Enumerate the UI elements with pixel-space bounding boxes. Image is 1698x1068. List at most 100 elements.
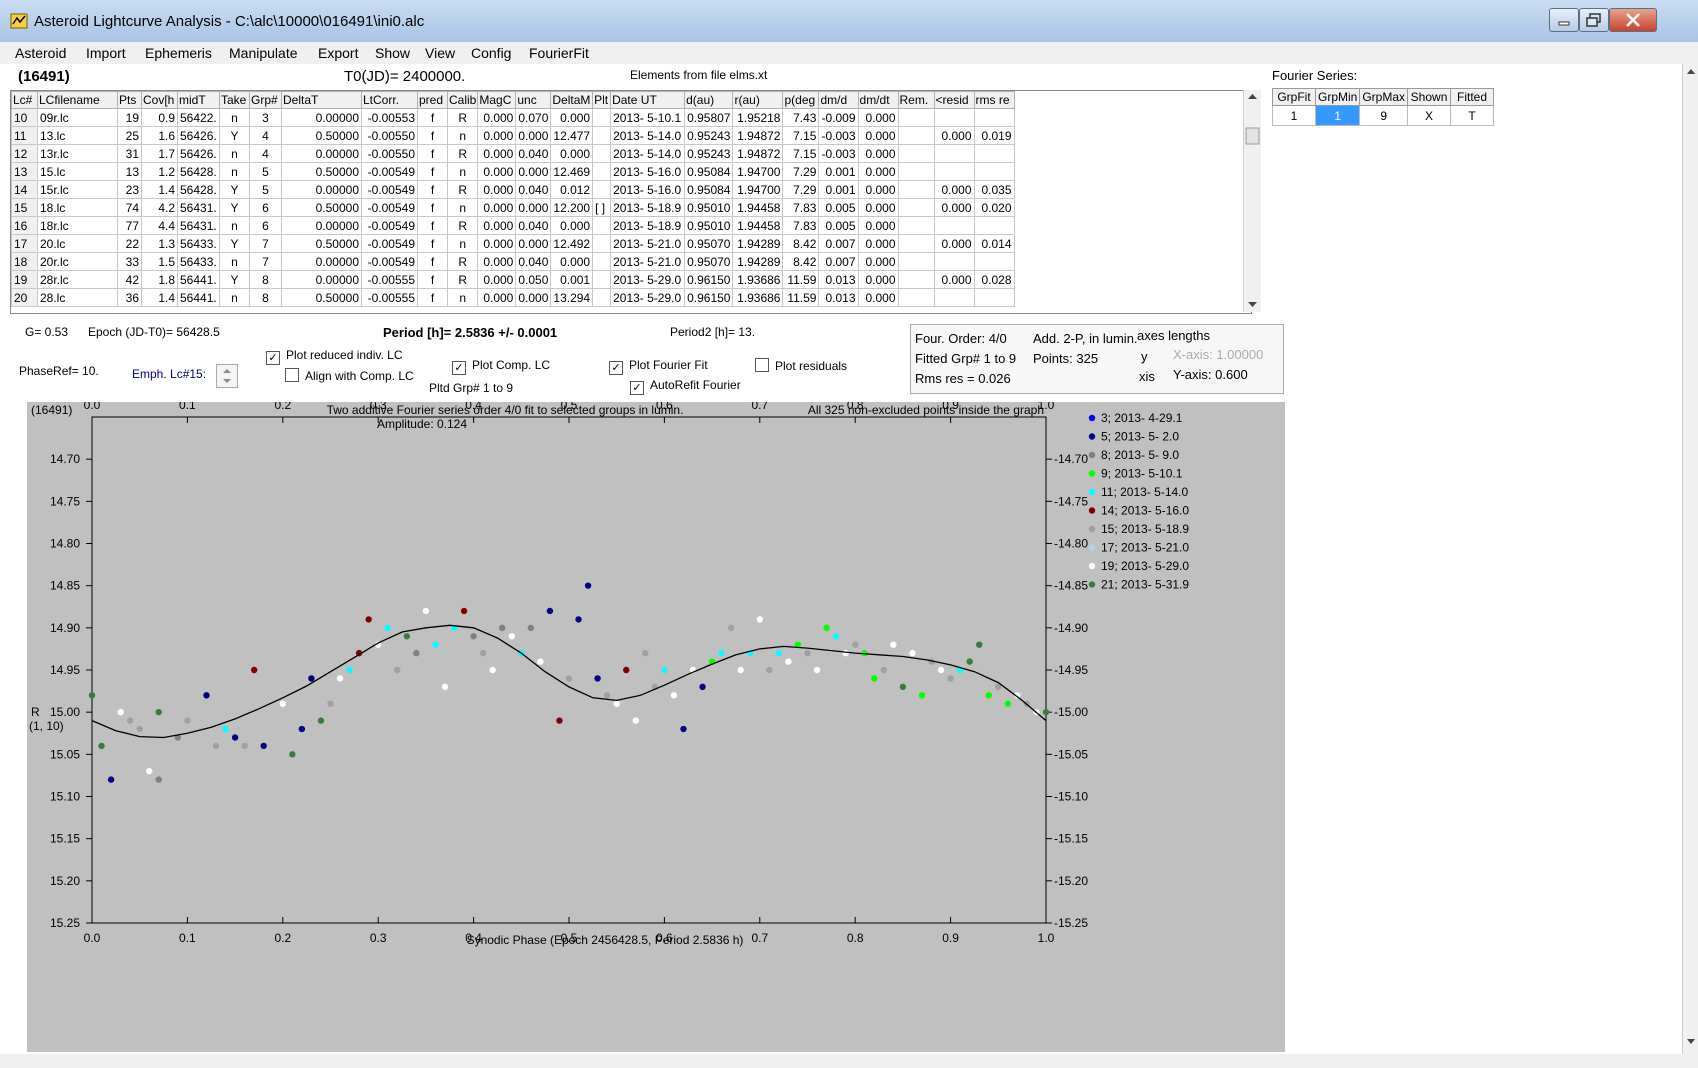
lc-col-header[interactable]: DeltaT: [281, 91, 362, 109]
lc-cell[interactable]: -0.00549: [361, 198, 418, 217]
lc-cell[interactable]: 0.00000: [281, 144, 362, 163]
lc-cell[interactable]: [973, 144, 1015, 163]
lc-cell[interactable]: R: [446, 144, 479, 163]
lc-cell[interactable]: [933, 252, 975, 271]
lc-cell[interactable]: 0.000: [857, 216, 899, 235]
lc-cell[interactable]: 4: [249, 144, 282, 163]
window-scrollbar[interactable]: [1682, 64, 1698, 1054]
lc-cell[interactable]: 0.000: [857, 180, 899, 199]
lc-cell[interactable]: 0.035: [973, 180, 1015, 199]
lc-col-header[interactable]: DeltaM: [550, 91, 594, 109]
lc-cell[interactable]: R: [446, 180, 479, 199]
lc-cell[interactable]: 1.7: [141, 144, 178, 163]
lc-cell[interactable]: 0.000: [550, 216, 594, 235]
lc-cell[interactable]: 1.94872: [732, 144, 784, 163]
lc-cell[interactable]: 09r.lc: [37, 108, 118, 127]
lc-cell[interactable]: 20r.lc: [37, 252, 118, 271]
lc-cell[interactable]: 0.001: [550, 270, 594, 289]
lc-cell[interactable]: f: [417, 162, 448, 181]
lc-cell[interactable]: 0.040: [515, 252, 552, 271]
lc-cell[interactable]: 0.019: [973, 126, 1015, 145]
lc-cell[interactable]: [973, 252, 1015, 271]
lc-cell[interactable]: 0.070: [515, 108, 552, 127]
lc-cell[interactable]: 5: [249, 162, 282, 181]
lc-cell[interactable]: 18r.lc: [37, 216, 118, 235]
lc-col-header[interactable]: d(au): [684, 91, 734, 109]
lc-cell[interactable]: [973, 288, 1015, 307]
lc-col-header[interactable]: LCfilename: [37, 91, 118, 109]
menu-manipulate[interactable]: Manipulate: [229, 45, 298, 61]
lc-cell[interactable]: f: [417, 126, 448, 145]
plot-reduced-checkbox[interactable]: ✓ Plot reduced indiv. LC: [266, 348, 403, 365]
lc-cell[interactable]: [592, 144, 612, 163]
lc-cell[interactable]: [897, 216, 935, 235]
menu-import[interactable]: Import: [86, 45, 126, 61]
lc-cell[interactable]: 4: [249, 126, 282, 145]
lc-cell[interactable]: 0.000: [477, 288, 517, 307]
lc-cell[interactable]: [ ]: [592, 198, 612, 217]
lc-cell[interactable]: 0.00000: [281, 270, 362, 289]
lc-cell[interactable]: 56428.: [177, 180, 220, 199]
lc-cell[interactable]: Y: [219, 234, 250, 253]
lc-cell[interactable]: f: [417, 234, 448, 253]
lc-cell[interactable]: [933, 216, 975, 235]
lc-cell[interactable]: 36: [117, 288, 142, 307]
lc-col-header[interactable]: LtCorr.: [361, 91, 418, 109]
lc-cell[interactable]: 0.50000: [281, 126, 362, 145]
lc-cell[interactable]: 0.50000: [281, 198, 362, 217]
lc-cell[interactable]: 22: [117, 234, 142, 253]
lc-cell[interactable]: 1.8: [141, 270, 178, 289]
lc-col-header[interactable]: Cov[h: [141, 91, 178, 109]
lc-cell[interactable]: -0.00555: [361, 288, 418, 307]
lc-cell[interactable]: 0.050: [515, 270, 552, 289]
lc-cell[interactable]: [973, 108, 1015, 127]
lc-cell[interactable]: 2013- 5-16.0: [610, 180, 686, 199]
lc-col-header[interactable]: Calib: [446, 91, 479, 109]
lc-cell[interactable]: 0.00000: [281, 180, 362, 199]
lc-col-header[interactable]: midT: [177, 91, 220, 109]
lc-col-header[interactable]: Take: [219, 91, 250, 109]
lc-cell[interactable]: 8: [249, 288, 282, 307]
lc-cell[interactable]: [897, 108, 935, 127]
lc-cell[interactable]: 56426.: [177, 144, 220, 163]
lc-cell[interactable]: -0.00550: [361, 144, 418, 163]
lc-cell[interactable]: 0.000: [477, 162, 517, 181]
lc-col-header[interactable]: Lc#: [11, 91, 38, 109]
lc-cell[interactable]: -0.00553: [361, 108, 418, 127]
lc-cell[interactable]: [973, 162, 1015, 181]
lc-cell[interactable]: 1.94458: [732, 216, 784, 235]
fs-cell-shown[interactable]: X: [1407, 105, 1452, 126]
lc-cell[interactable]: 0.001: [818, 180, 859, 199]
lc-cell[interactable]: [592, 126, 612, 145]
lc-cell[interactable]: 13: [117, 162, 142, 181]
menu-config[interactable]: Config: [471, 45, 511, 61]
lc-cell[interactable]: 2013- 5-18.9: [610, 216, 686, 235]
lc-cell[interactable]: 0.000: [933, 270, 975, 289]
lc-cell[interactable]: 7.15: [782, 144, 820, 163]
lc-cell[interactable]: 0.000: [477, 270, 517, 289]
lc-cell[interactable]: 12.469: [550, 162, 594, 181]
lc-cell[interactable]: 7.43: [782, 108, 820, 127]
lc-cell[interactable]: 0.000: [857, 288, 899, 307]
lc-cell[interactable]: 12: [11, 144, 38, 163]
lc-cell[interactable]: 1.94458: [732, 198, 784, 217]
lc-cell[interactable]: 0.000: [515, 162, 552, 181]
lc-cell[interactable]: 0.50000: [281, 162, 362, 181]
lc-cell[interactable]: 0.95070: [684, 252, 734, 271]
lc-cell[interactable]: -0.009: [818, 108, 859, 127]
lc-cell[interactable]: 0.040: [515, 180, 552, 199]
fs-cell-fitted[interactable]: T: [1450, 105, 1495, 126]
lc-cell[interactable]: n: [446, 198, 479, 217]
lc-cell[interactable]: 23: [117, 180, 142, 199]
fs-cell-grpmax[interactable]: 9: [1359, 105, 1409, 126]
lc-cell[interactable]: f: [417, 252, 448, 271]
lc-cell[interactable]: 0.96150: [684, 288, 734, 307]
lc-cell[interactable]: 0.000: [933, 198, 975, 217]
lc-cell[interactable]: 7: [249, 252, 282, 271]
lc-cell[interactable]: 1.2: [141, 162, 178, 181]
lc-cell[interactable]: 0.000: [550, 252, 594, 271]
lc-cell[interactable]: 18.lc: [37, 198, 118, 217]
lc-cell[interactable]: 28r.lc: [37, 270, 118, 289]
lc-cell[interactable]: f: [417, 216, 448, 235]
lc-cell[interactable]: -0.00549: [361, 180, 418, 199]
